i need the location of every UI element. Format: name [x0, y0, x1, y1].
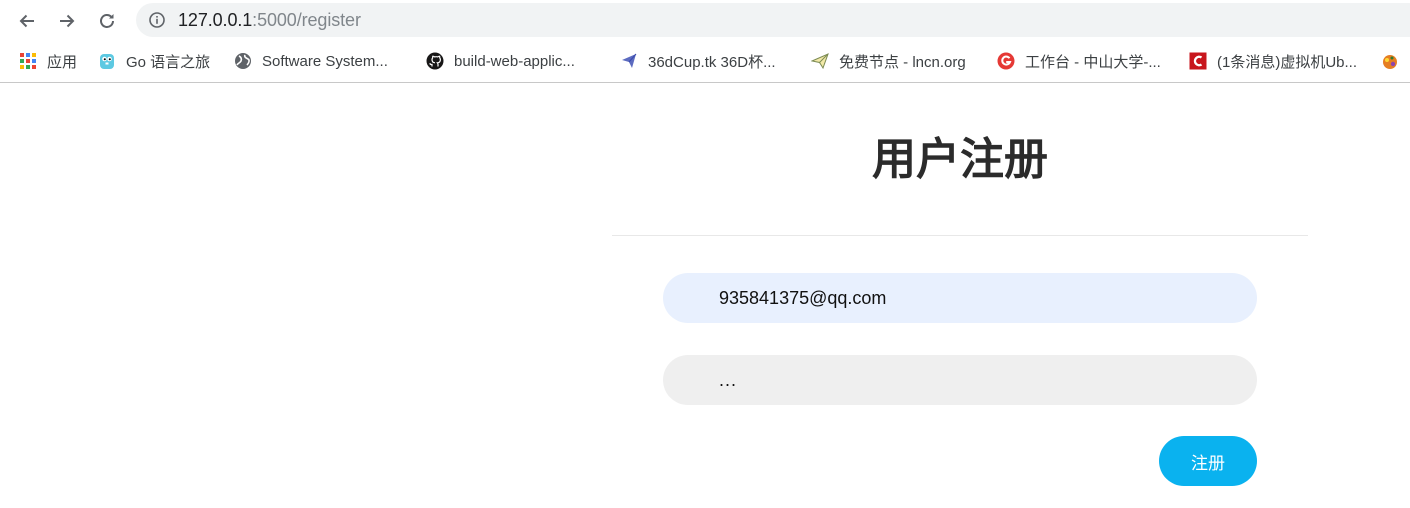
url-text: 127.0.0.1:5000/register	[178, 10, 361, 30]
address-bar[interactable]: 127.0.0.1:5000/register	[136, 3, 1410, 37]
forward-button[interactable]	[52, 6, 82, 36]
bookmark-label: (1条消息)虚拟机Ub...	[1217, 53, 1358, 71]
bookmark-label: 工作台 - 中山大学-...	[1025, 53, 1161, 71]
send-icon	[811, 52, 829, 70]
globe-icon	[234, 52, 252, 70]
g-logo-icon	[997, 52, 1015, 70]
reload-icon	[100, 14, 114, 28]
csdn-icon	[1189, 52, 1207, 70]
bookmark-sysu-workbench[interactable]: 工作台 - 中山大学-...	[997, 50, 1161, 72]
bookmark-csdn[interactable]: (1条消息)虚拟机Ub...	[1189, 50, 1357, 72]
back-arrow-icon	[19, 14, 34, 28]
bookmark-36dcup[interactable]: 36dCup.tk 36D杯...	[620, 50, 776, 72]
forward-arrow-icon	[60, 14, 75, 28]
back-button[interactable]	[12, 6, 42, 36]
browser-toolbar: 127.0.0.1:5000/register	[0, 0, 1410, 42]
bookmark-github[interactable]: build-web-applic...	[426, 50, 575, 72]
bookmark-go-tour[interactable]: Go 语言之旅	[98, 50, 210, 72]
url-path: :5000/register	[252, 10, 361, 30]
paper-plane-icon	[620, 52, 638, 70]
bookmark-label: build-web-applic...	[454, 52, 575, 70]
register-button[interactable]: 注册	[1159, 436, 1257, 486]
reload-button[interactable]	[92, 6, 122, 36]
bookmark-apps[interactable]: 应用	[19, 50, 77, 72]
bookmarks-bar: 应用 Go 语言之旅 Software System... build-web-…	[0, 42, 1410, 83]
bookmark-lncn[interactable]: 免费节点 - lncn.org	[811, 50, 966, 72]
title-divider	[612, 235, 1308, 236]
url-host: 127.0.0.1	[178, 10, 253, 30]
bookmark-label: Software System...	[262, 52, 388, 70]
password-input[interactable]	[663, 355, 1257, 405]
game-icon	[1381, 52, 1399, 70]
bookmark-label: Go 语言之旅	[126, 53, 211, 71]
bookmark-label: 应用	[47, 53, 78, 71]
bookmark-label: 免费节点 - lncn.org	[839, 53, 966, 71]
info-icon[interactable]	[148, 11, 166, 29]
bookmark-software-system[interactable]: Software System...	[234, 50, 388, 72]
bookmark-label: 36dCup.tk 36D杯...	[648, 53, 776, 71]
apps-grid-icon	[19, 52, 37, 70]
bookmark-game[interactable]	[1381, 50, 1409, 72]
gopher-icon	[98, 52, 116, 70]
github-icon	[426, 52, 444, 70]
page-title: 用户注册	[872, 135, 1048, 184]
email-input[interactable]	[663, 273, 1257, 323]
